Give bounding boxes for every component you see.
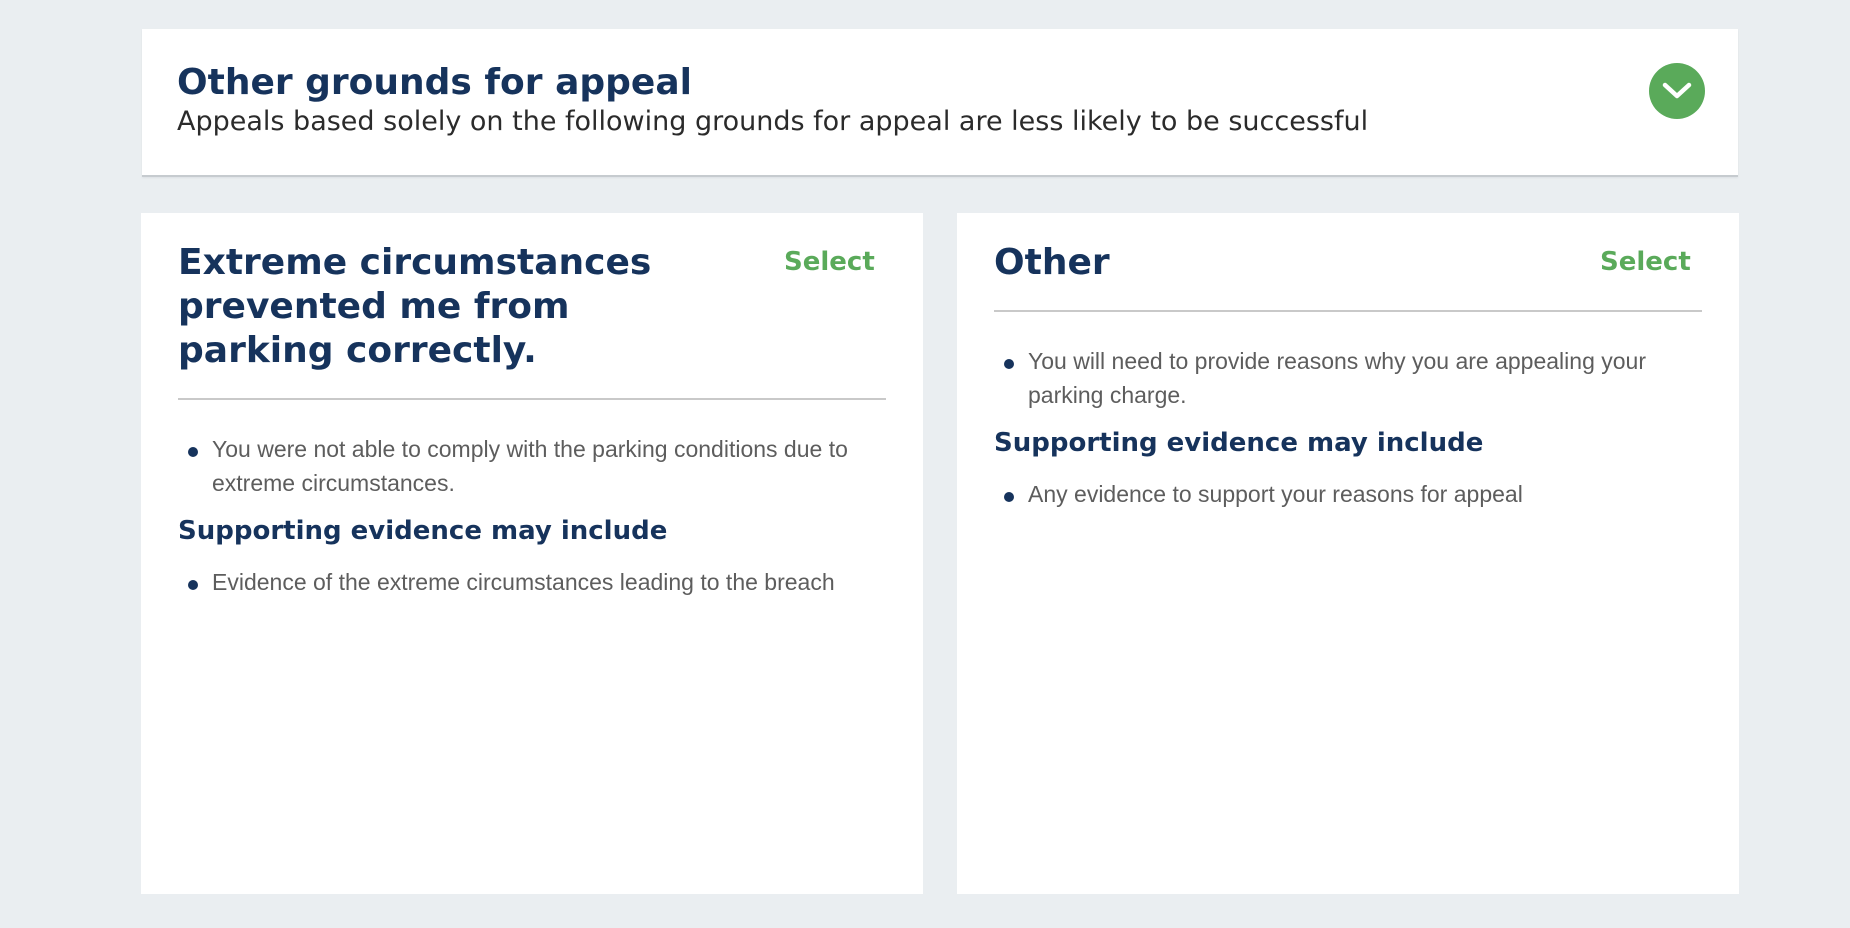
description-list: You will need to provide reasons why you… [994,344,1709,412]
section-header: Other grounds for appeal Appeals based s… [142,29,1738,177]
section-title: Other grounds for appeal [177,62,692,103]
list-item-text: You will need to provide reasons why you… [1028,348,1646,408]
card-title: Other [994,242,1110,283]
bullet-icon [188,447,198,457]
card-title: Extreme circumstances prevented me from … [178,242,652,371]
expand-toggle-button[interactable] [1649,63,1705,119]
select-button[interactable]: Select [1600,246,1691,278]
divider [178,398,886,400]
list-item-text: Any evidence to support your reasons for… [1028,481,1523,507]
list-item: Any evidence to support your reasons for… [994,477,1709,511]
appeal-option-card-other: Other Select You will need to provide re… [957,213,1739,894]
list-item-text: Evidence of the extreme circumstances le… [212,569,835,595]
list-item: Evidence of the extreme circumstances le… [178,565,893,599]
bullet-icon [1004,359,1014,369]
chevron-down-icon [1662,82,1692,99]
appeal-option-card-extreme-circumstances: Extreme circumstances prevented me from … [141,213,923,894]
divider [994,310,1702,312]
list-item: You were not able to comply with the par… [178,432,893,500]
select-button[interactable]: Select [784,246,875,278]
evidence-list: Any evidence to support your reasons for… [994,477,1709,511]
bullet-icon [1004,492,1014,502]
evidence-heading: Supporting evidence may include [178,516,668,546]
bullet-icon [188,580,198,590]
section-subtitle: Appeals based solely on the following gr… [177,106,1369,137]
list-item-text: You were not able to comply with the par… [212,436,848,496]
evidence-list: Evidence of the extreme circumstances le… [178,565,893,599]
description-list: You were not able to comply with the par… [178,432,893,500]
list-item: You will need to provide reasons why you… [994,344,1709,412]
evidence-heading: Supporting evidence may include [994,428,1484,458]
